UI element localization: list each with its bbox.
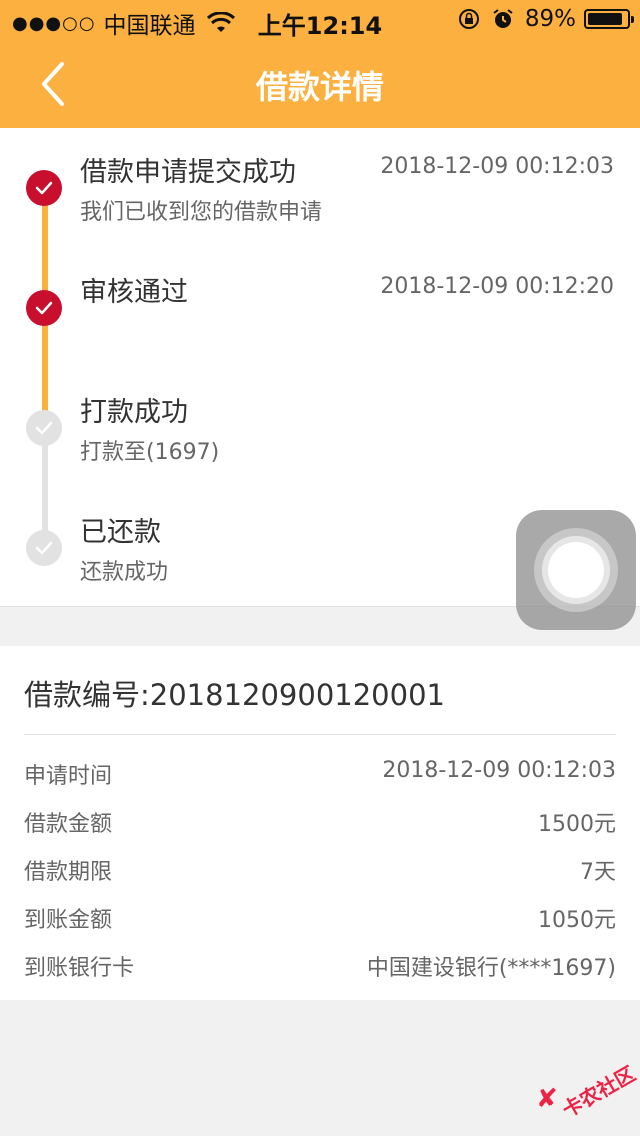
loan-number: 借款编号:2018120900120001: [24, 678, 445, 712]
alarm-icon: [493, 9, 513, 28]
timeline-step-disbursed: 打款成功 打款至(1697): [0, 368, 640, 488]
watermark-text: 卡农社区: [558, 1061, 640, 1123]
step-time: 2018-12-09 00:12:03: [380, 154, 614, 179]
detail-row-amount: 借款金额 1500元: [24, 806, 616, 846]
header-bar: ●●●○○ 中国联通 上午12:14 89% 借款详情: [0, 0, 640, 128]
step-title: 打款成功: [80, 397, 188, 428]
rotation-lock-icon: [458, 9, 479, 29]
loan-details-card: 借款编号:2018120900120001 申请时间 2018-12-09 00…: [0, 646, 640, 1000]
detail-key: 到账银行卡: [24, 956, 135, 981]
detail-value: 1500元: [538, 812, 616, 837]
detail-row-apply-time: 申请时间 2018-12-09 00:12:03: [24, 758, 616, 798]
assistive-ring-inner: [548, 542, 604, 598]
check-icon: [26, 410, 62, 446]
detail-value: 1050元: [538, 908, 616, 933]
detail-row-bank-card: 到账银行卡 中国建设银行(****1697): [24, 950, 616, 990]
step-title: 借款申请提交成功: [80, 157, 296, 188]
detail-key: 借款期限: [24, 860, 113, 885]
detail-row-term: 借款期限 7天: [24, 854, 616, 894]
watermark-mark-icon: ✘: [536, 1084, 558, 1114]
divider: [24, 734, 616, 735]
page-title: 借款详情: [255, 68, 384, 106]
check-icon: [26, 290, 62, 326]
detail-value: 2018-12-09 00:12:03: [382, 758, 616, 783]
assistive-touch-button[interactable]: [516, 510, 636, 630]
detail-value: 中国建设银行(****1697): [366, 956, 616, 981]
detail-key: 到账金额: [24, 908, 113, 933]
battery-icon: [584, 9, 634, 29]
step-title: 审核通过: [80, 277, 188, 308]
detail-key: 申请时间: [24, 764, 113, 789]
detail-value: 7天: [580, 860, 616, 885]
battery-fill: [588, 13, 622, 25]
watermark-logo: ✘ 卡农社区: [536, 1061, 639, 1122]
step-subtitle: 我们已收到您的借款申请: [80, 200, 323, 225]
step-time: 2018-12-09 00:12:20: [380, 274, 614, 299]
status-bar: ●●●○○ 中国联通 上午12:14 89%: [0, 0, 640, 40]
battery-percent: 89%: [524, 6, 576, 32]
step-subtitle: 还款成功: [80, 560, 169, 585]
step-title: 已还款: [80, 517, 161, 548]
check-icon: [26, 170, 62, 206]
status-right: 89%: [457, 6, 634, 32]
timeline-step-approved: 审核通过 2018-12-09 00:12:20: [0, 248, 640, 368]
timeline-step-submitted: 借款申请提交成功 我们已收到您的借款申请 2018-12-09 00:12:03: [0, 128, 640, 248]
detail-row-received-amount: 到账金额 1050元: [24, 902, 616, 942]
step-subtitle: 打款至(1697): [80, 440, 220, 465]
detail-key: 借款金额: [24, 812, 113, 837]
check-icon: [26, 530, 62, 566]
